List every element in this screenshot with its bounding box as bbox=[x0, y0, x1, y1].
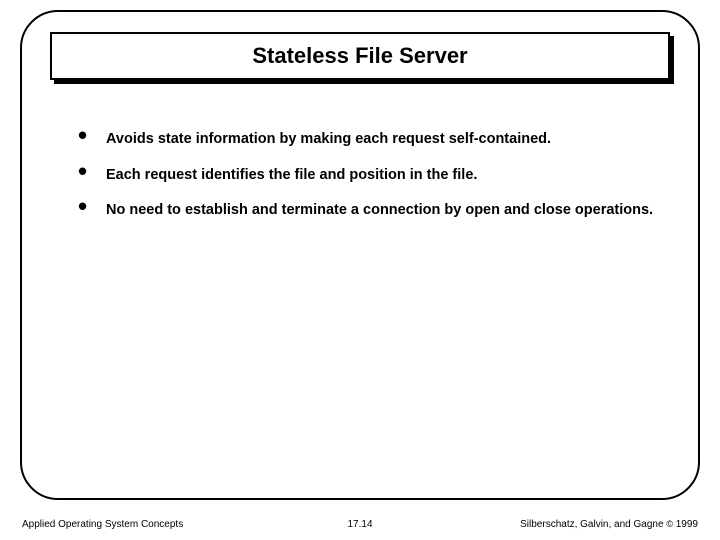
footer-right-prefix: Silberschatz, Galvin, and Gagne bbox=[520, 519, 666, 530]
list-item: • Each request identifies the file and p… bbox=[78, 164, 658, 186]
bullet-icon: • bbox=[78, 164, 106, 178]
footer-right: Silberschatz, Galvin, and Gagne © 1999 bbox=[520, 519, 698, 530]
footer-center: 17.14 bbox=[347, 519, 372, 530]
bullet-icon: • bbox=[78, 199, 106, 213]
footer-left: Applied Operating System Concepts bbox=[22, 519, 183, 530]
bullet-text: Each request identifies the file and pos… bbox=[106, 164, 477, 186]
content-area: • Avoids state information by making eac… bbox=[78, 128, 658, 235]
copyright-icon: © bbox=[666, 519, 673, 529]
bullet-text: Avoids state information by making each … bbox=[106, 128, 551, 150]
title-box: Stateless File Server bbox=[50, 32, 670, 80]
slide-title: Stateless File Server bbox=[252, 43, 467, 69]
slide: Stateless File Server • Avoids state inf… bbox=[0, 0, 720, 540]
list-item: • No need to establish and terminate a c… bbox=[78, 199, 658, 221]
list-item: • Avoids state information by making eac… bbox=[78, 128, 658, 150]
footer: Applied Operating System Concepts 17.14 … bbox=[0, 519, 720, 530]
footer-right-suffix: 1999 bbox=[673, 519, 698, 530]
bullet-text: No need to establish and terminate a con… bbox=[106, 199, 653, 221]
bullet-icon: • bbox=[78, 128, 106, 142]
